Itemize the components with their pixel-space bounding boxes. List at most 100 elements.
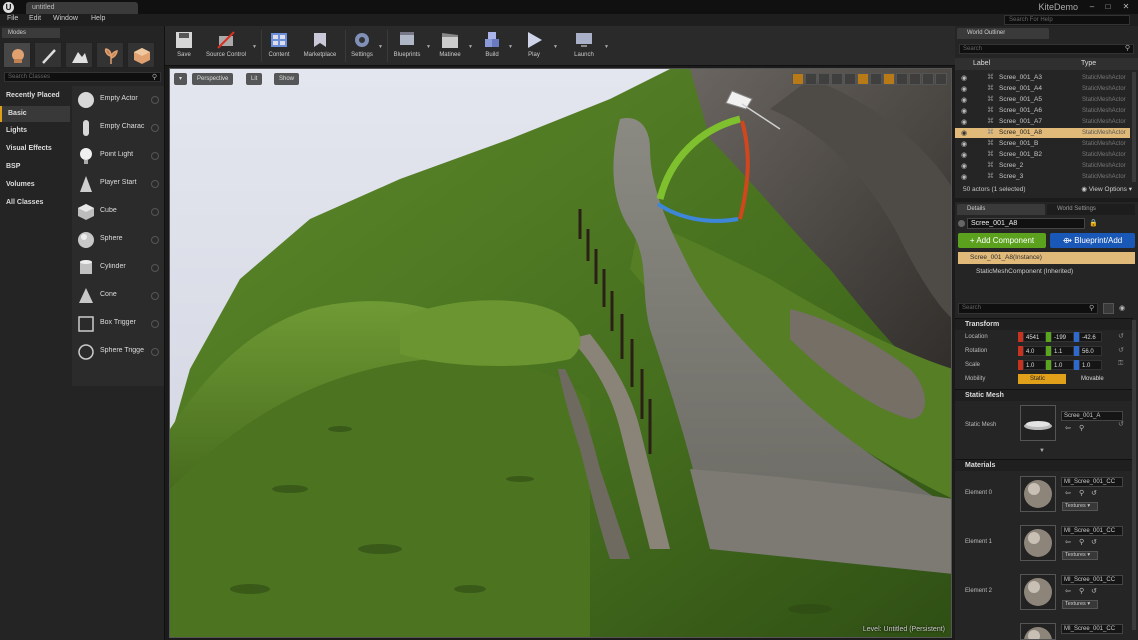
location-x-input[interactable]: 4541 bbox=[1023, 332, 1046, 342]
location-label[interactable]: Location bbox=[965, 334, 988, 340]
maximize-viewport-icon[interactable] bbox=[935, 73, 947, 85]
place-item-sphere[interactable]: Sphere bbox=[72, 226, 164, 254]
place-item-cube[interactable]: Cube bbox=[72, 198, 164, 226]
eye-icon[interactable]: ◉ bbox=[961, 151, 967, 161]
chevron-down-icon[interactable]: ▼ bbox=[553, 44, 558, 50]
reset-arrow-icon[interactable]: ↺ bbox=[1091, 538, 1097, 546]
rotation-label[interactable]: Rotation bbox=[965, 348, 987, 354]
landscape-mode-icon[interactable] bbox=[65, 42, 93, 68]
category-visual-effects[interactable]: Visual Effects bbox=[0, 141, 70, 157]
eye-icon[interactable]: ◉ bbox=[961, 85, 967, 95]
marketplace-button[interactable]: Marketplace bbox=[299, 28, 341, 64]
place-item-cylinder[interactable]: Cylinder bbox=[72, 254, 164, 282]
scale-label[interactable]: Scale bbox=[965, 362, 980, 368]
eye-icon[interactable]: ◉ bbox=[961, 96, 967, 106]
eye-icon[interactable]: ◉ bbox=[961, 118, 967, 128]
place-item-cone[interactable]: Cone bbox=[72, 282, 164, 310]
transform-section-header[interactable]: Transform bbox=[955, 318, 1133, 330]
category-basic[interactable]: Basic bbox=[0, 106, 70, 122]
place-item-empty-actor[interactable]: Empty Actor bbox=[72, 86, 164, 114]
world-space-icon[interactable] bbox=[831, 73, 843, 85]
paint-mode-icon[interactable] bbox=[34, 42, 62, 68]
eye-icon[interactable]: ◉ bbox=[961, 140, 967, 150]
outliner-row[interactable]: ◉ ⌘ Scree_001_B StaticMeshActor bbox=[955, 139, 1130, 149]
browse-magnifier-icon[interactable]: ⚲ bbox=[1079, 538, 1084, 546]
foliage-mode-icon[interactable] bbox=[96, 42, 124, 68]
property-matrix-icon[interactable] bbox=[1103, 303, 1114, 314]
scene-render[interactable] bbox=[170, 69, 952, 638]
use-selected-arrow-icon[interactable]: ⇦ bbox=[1065, 489, 1071, 497]
minimize-icon[interactable]: – bbox=[1086, 2, 1098, 12]
menu-edit[interactable]: Edit bbox=[29, 15, 41, 22]
perspective-button[interactable]: Perspective bbox=[192, 73, 234, 85]
info-icon[interactable] bbox=[151, 96, 159, 104]
rotate-mode-icon[interactable] bbox=[805, 73, 817, 85]
material-thumbnail[interactable] bbox=[1020, 623, 1056, 640]
outliner-row[interactable]: ◉ ⌘ Scree_001_A4 StaticMeshActor bbox=[955, 84, 1130, 94]
source-control-button[interactable]: Source Control bbox=[201, 28, 251, 64]
chevron-down-icon[interactable]: ▼ bbox=[252, 44, 257, 50]
add-component-button[interactable]: + Add Component bbox=[958, 233, 1046, 248]
close-icon[interactable]: ✕ bbox=[1120, 2, 1132, 12]
location-z-input[interactable]: -42.6 bbox=[1079, 332, 1102, 342]
category-all-classes[interactable]: All Classes bbox=[0, 195, 70, 211]
level-viewport[interactable]: ▾ Perspective Lit Show Level: Untitled (… bbox=[169, 68, 952, 638]
eye-icon[interactable]: ◉ bbox=[961, 129, 967, 139]
type-column-header[interactable]: Type bbox=[1081, 60, 1096, 67]
static-mesh-combo[interactable]: Scree_001_A bbox=[1061, 411, 1123, 421]
outliner-row[interactable]: ◉ ⌘ Scree_001_A3 StaticMeshActor bbox=[955, 73, 1130, 83]
material-thumbnail[interactable] bbox=[1020, 525, 1056, 561]
textures-dropdown[interactable]: Textures ▾ bbox=[1062, 551, 1098, 560]
menu-file[interactable]: File bbox=[7, 15, 18, 22]
outliner-row[interactable]: ◉ ⌘ Scree_001_A6 StaticMeshActor bbox=[955, 106, 1130, 116]
place-item-sphere-trigger[interactable]: Sphere Trigge bbox=[72, 338, 164, 366]
eye-icon[interactable]: ◉ bbox=[1119, 304, 1125, 312]
browse-magnifier-icon[interactable]: ⚲ bbox=[1079, 424, 1084, 432]
static-mesh-section-header[interactable]: Static Mesh bbox=[955, 389, 1133, 401]
outliner-scrollbar[interactable] bbox=[1132, 72, 1136, 182]
launch-button[interactable]: Launch bbox=[567, 28, 601, 64]
browse-magnifier-icon[interactable]: ⚲ bbox=[1079, 489, 1084, 497]
use-selected-arrow-icon[interactable]: ⇦ bbox=[1065, 538, 1071, 546]
outliner-row[interactable]: ◉ ⌘ Scree_001_A7 StaticMeshActor bbox=[955, 117, 1130, 127]
build-button[interactable]: Build bbox=[477, 28, 507, 64]
eye-icon[interactable]: ◉ bbox=[961, 162, 967, 172]
scale-snap-icon[interactable] bbox=[909, 73, 921, 85]
chevron-down-icon[interactable]: ▼ bbox=[378, 44, 383, 50]
scale-y-input[interactable]: 1.0 bbox=[1051, 360, 1074, 370]
mobility-movable-button[interactable]: Movable bbox=[1069, 374, 1119, 384]
menu-help[interactable]: Help bbox=[91, 15, 105, 22]
blueprints-button[interactable]: Blueprints bbox=[389, 28, 425, 64]
info-icon[interactable] bbox=[151, 152, 159, 160]
chevron-down-icon[interactable]: ▼ bbox=[508, 44, 513, 50]
lock-scale-icon[interactable]: ⚿ bbox=[1118, 360, 1123, 368]
details-tab[interactable]: Details bbox=[957, 204, 1045, 215]
info-icon[interactable] bbox=[151, 320, 159, 328]
content-button[interactable]: Content bbox=[263, 28, 295, 64]
materials-section-header[interactable]: Materials bbox=[955, 459, 1133, 471]
label-column-header[interactable]: Label bbox=[973, 60, 990, 67]
rotation-y-input[interactable]: 1.1 bbox=[1051, 346, 1074, 356]
world-outliner-tab[interactable]: World Outliner bbox=[957, 28, 1049, 39]
place-mode-icon[interactable] bbox=[3, 42, 31, 68]
grid-snap-icon[interactable] bbox=[857, 73, 869, 85]
location-y-input[interactable]: -199 bbox=[1051, 332, 1074, 342]
use-selected-arrow-icon[interactable]: ⇦ bbox=[1065, 424, 1071, 432]
rotation-z-input[interactable]: 56.0 bbox=[1079, 346, 1102, 356]
place-item-player-start[interactable]: Player Start bbox=[72, 170, 164, 198]
textures-dropdown[interactable]: Textures ▾ bbox=[1062, 502, 1098, 511]
material-combo[interactable]: MI_Scree_001_CC bbox=[1061, 526, 1123, 536]
blueprint-add-button[interactable]: ⟴ Blueprint/Add bbox=[1050, 233, 1135, 248]
modes-tab[interactable]: Modes bbox=[2, 28, 60, 38]
details-scrollbar[interactable] bbox=[1132, 320, 1136, 630]
reset-arrow-icon[interactable]: ↺ bbox=[1118, 346, 1124, 354]
lock-icon[interactable]: 🔒 bbox=[1089, 219, 1098, 227]
translate-mode-icon[interactable] bbox=[792, 73, 804, 85]
info-icon[interactable] bbox=[151, 348, 159, 356]
eye-icon[interactable]: ◉ bbox=[961, 74, 967, 84]
mobility-static-button[interactable]: Static bbox=[1018, 374, 1066, 384]
save-button[interactable]: Save bbox=[169, 28, 199, 64]
geometry-mode-icon[interactable] bbox=[127, 42, 155, 68]
category-recently-placed[interactable]: Recently Placed bbox=[0, 88, 70, 104]
play-button[interactable]: Play bbox=[519, 28, 549, 64]
